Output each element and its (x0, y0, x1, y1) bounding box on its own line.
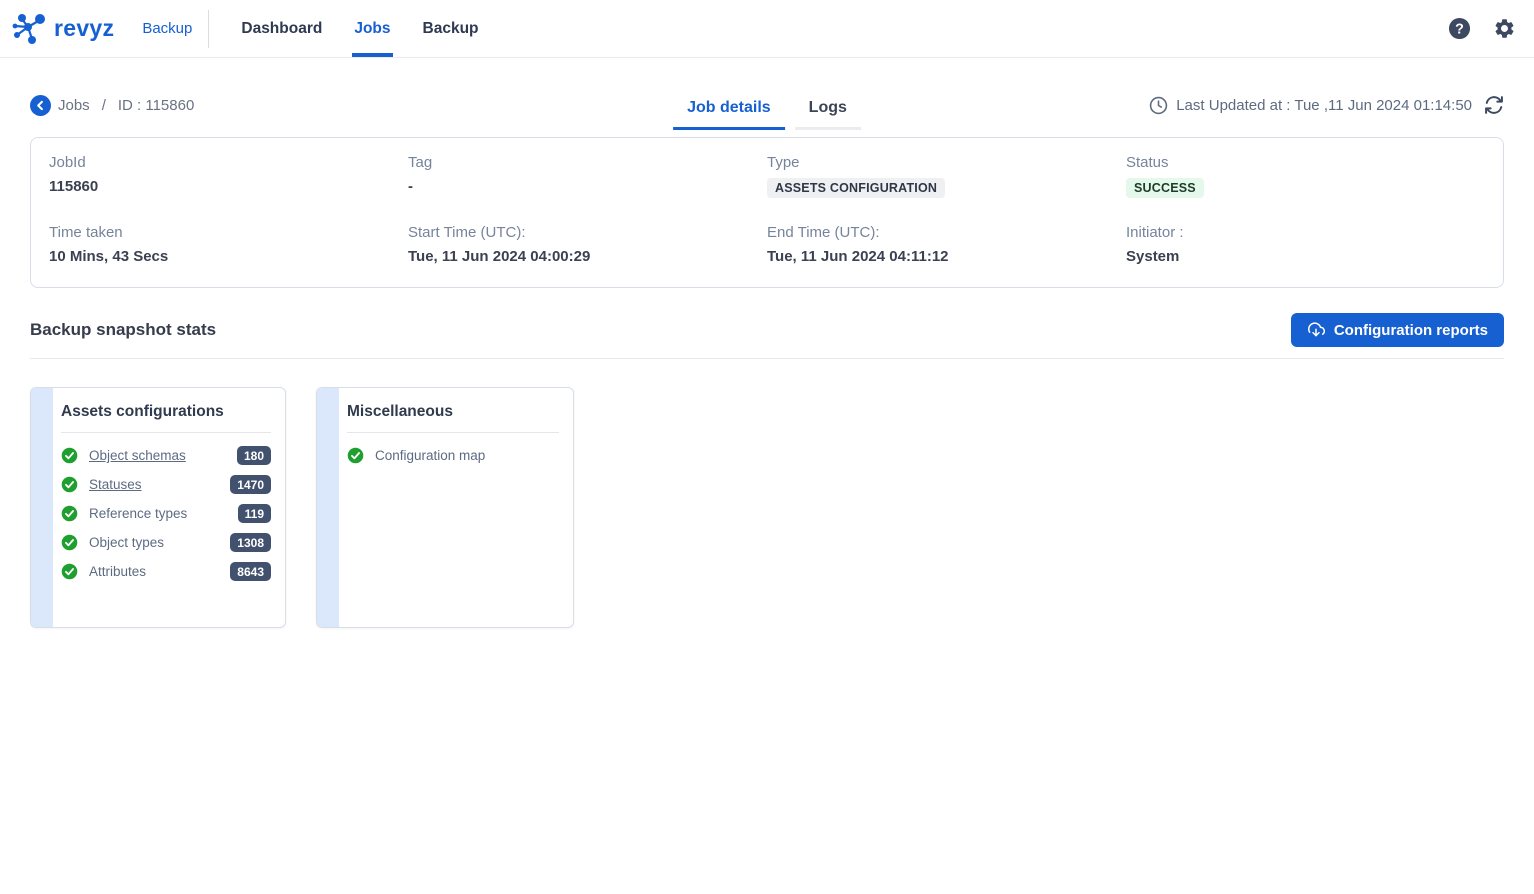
card-title: Assets configurations (61, 401, 271, 433)
field-tag: Tag - (408, 154, 767, 198)
item-reference-types: Reference types (89, 506, 227, 521)
field-value: Tue, 11 Jun 2024 04:11:12 (767, 248, 1126, 265)
field-value: 115860 (49, 178, 408, 195)
card-title: Miscellaneous (347, 401, 559, 433)
card-miscellaneous: Miscellaneous Configuration map (316, 387, 574, 628)
brand-name: revyz (54, 15, 114, 42)
configuration-reports-label: Configuration reports (1334, 322, 1488, 339)
job-details-panel: JobId 115860 Tag - Type ASSETS CONFIGURA… (30, 137, 1504, 288)
cloud-download-icon (1307, 321, 1325, 339)
list-item: Configuration map (347, 441, 559, 470)
item-object-schemas-link[interactable]: Object schemas (89, 448, 226, 463)
field-initiator: Initiator : System (1126, 224, 1485, 265)
card-assets-configurations: Assets configurations Object schemas 180… (30, 387, 286, 628)
item-object-types: Object types (89, 535, 219, 550)
check-success-icon (61, 505, 78, 522)
svg-text:?: ? (1455, 21, 1464, 37)
type-badge: ASSETS CONFIGURATION (767, 178, 945, 198)
list-item: Reference types 119 (61, 499, 271, 528)
snapshot-cards: Assets configurations Object schemas 180… (30, 387, 1504, 628)
count-badge: 119 (238, 504, 271, 523)
field-value: 10 Mins, 43 Secs (49, 248, 408, 265)
item-statuses-link[interactable]: Statuses (89, 477, 219, 492)
check-success-icon (61, 447, 78, 464)
check-success-icon (61, 476, 78, 493)
breadcrumb-jobs[interactable]: Jobs (58, 97, 90, 114)
card-accent-stripe (31, 388, 53, 627)
check-success-icon (347, 447, 364, 464)
breadcrumb: Jobs / ID : 115860 (30, 95, 194, 116)
tab-job-details[interactable]: Job details (673, 91, 785, 130)
item-attributes: Attributes (89, 564, 219, 579)
nav-context-backup[interactable]: Backup (142, 20, 192, 37)
item-configuration-map: Configuration map (375, 448, 559, 463)
last-updated-text: Last Updated at : Tue ,11 Jun 2024 01:14… (1176, 97, 1472, 114)
list-item: Object schemas 180 (61, 441, 271, 470)
toolbar-row: Jobs / ID : 115860 Job details Logs Last… (30, 82, 1504, 128)
card-accent-stripe (317, 388, 339, 627)
nav-item-dashboard[interactable]: Dashboard (225, 0, 338, 57)
count-badge: 180 (237, 446, 271, 465)
clock-icon (1149, 96, 1168, 115)
field-label: Status (1126, 154, 1485, 171)
check-success-icon (61, 534, 78, 551)
field-value: Tue, 11 Jun 2024 04:00:29 (408, 248, 767, 265)
field-label: Initiator : (1126, 224, 1485, 241)
refresh-icon[interactable] (1484, 95, 1504, 115)
count-badge: 8643 (230, 562, 271, 581)
count-badge: 1308 (230, 533, 271, 552)
breadcrumb-job-id: ID : 115860 (118, 97, 194, 114)
revyz-logo-icon (12, 11, 48, 47)
field-value: - (408, 178, 767, 195)
field-label: Type (767, 154, 1126, 171)
field-end-time: End Time (UTC): Tue, 11 Jun 2024 04:11:1… (767, 224, 1126, 265)
list-item: Attributes 8643 (61, 557, 271, 586)
nav-item-backup[interactable]: Backup (407, 0, 495, 57)
revyz-logo[interactable]: revyz (12, 11, 114, 47)
main-nav: Dashboard Jobs Backup (225, 0, 494, 57)
help-icon[interactable]: ? (1448, 17, 1471, 40)
field-time-taken: Time taken 10 Mins, 43 Secs (49, 224, 408, 265)
nav-divider (208, 10, 209, 48)
nav-item-jobs[interactable]: Jobs (338, 0, 406, 57)
configuration-reports-button[interactable]: Configuration reports (1291, 313, 1504, 347)
tabs: Job details Logs (673, 91, 861, 130)
app-header: revyz Backup Dashboard Jobs Backup ? (0, 0, 1534, 58)
list-item: Statuses 1470 (61, 470, 271, 499)
field-label: JobId (49, 154, 408, 171)
settings-gear-icon[interactable] (1493, 17, 1516, 40)
field-type: Type ASSETS CONFIGURATION (767, 154, 1126, 198)
list-item: Object types 1308 (61, 528, 271, 557)
status-badge: SUCCESS (1126, 178, 1204, 198)
field-value: System (1126, 248, 1485, 265)
field-label: End Time (UTC): (767, 224, 1126, 241)
back-button[interactable] (30, 95, 51, 116)
header-actions: ? (1448, 17, 1516, 40)
field-label: Time taken (49, 224, 408, 241)
stats-divider (30, 358, 1504, 359)
stats-header: Backup snapshot stats Configuration repo… (30, 313, 1504, 347)
field-status: Status SUCCESS (1126, 154, 1485, 198)
field-label: Start Time (UTC): (408, 224, 767, 241)
check-success-icon (61, 563, 78, 580)
tab-logs[interactable]: Logs (795, 91, 861, 130)
count-badge: 1470 (230, 475, 271, 494)
last-updated: Last Updated at : Tue ,11 Jun 2024 01:14… (1149, 95, 1504, 115)
field-start-time: Start Time (UTC): Tue, 11 Jun 2024 04:00… (408, 224, 767, 265)
stats-heading: Backup snapshot stats (30, 320, 216, 340)
field-label: Tag (408, 154, 767, 171)
breadcrumb-separator: / (102, 97, 106, 114)
field-jobid: JobId 115860 (49, 154, 408, 198)
